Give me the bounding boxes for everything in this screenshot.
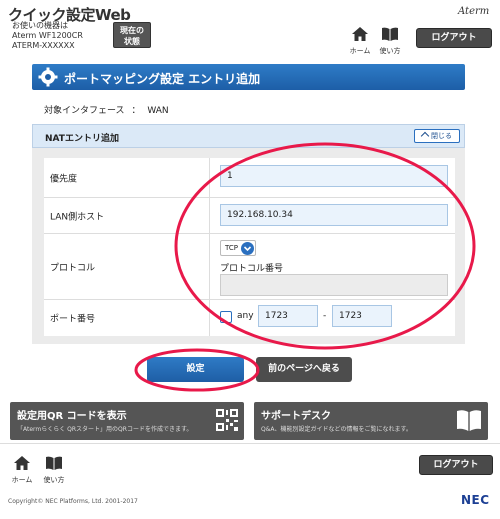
copyright-text: Copyright© NEC Platforms, Ltd. 2001-2017: [8, 498, 138, 505]
support-banner-desc: Q&A、機能別設定ガイドなどの情報をご覧になれます。: [261, 426, 412, 433]
target-interface: 対象インタフェース ： WAN: [44, 103, 169, 116]
gear-icon: [38, 67, 58, 87]
protocol-label: プロトコル: [50, 263, 96, 273]
port-label: ポート番号: [50, 314, 96, 325]
chevron-up-icon: [420, 131, 430, 141]
qr-code-icon: [215, 408, 239, 432]
interface-separator: ：: [131, 106, 141, 116]
nec-logo: NEC: [461, 493, 490, 507]
footer-guide-link[interactable]: 使い方: [40, 455, 68, 485]
qr-banner-desc: 「Atermらくらく QRスタート」用のQRコードを作成できます。: [17, 426, 193, 433]
row-port: ポート番号 any 1723 - 1723: [44, 300, 455, 336]
header: クイック設定Web お使いの機器は Aterm WF1200CR ATERM-X…: [0, 0, 500, 56]
nat-section-title: NATエントリ追加: [45, 134, 119, 144]
header-guide-link[interactable]: 使い方: [376, 26, 404, 56]
device-serial: ATERM-XXXXXX: [12, 41, 75, 50]
page-title: ポートマッピング設定 エントリ追加: [64, 72, 261, 86]
footer-nav: ホーム 使い方 ログアウト: [0, 443, 500, 487]
nat-section-header: NATエントリ追加 閉じる: [32, 124, 465, 148]
header-guide-label: 使い方: [379, 47, 401, 55]
header-home-label: ホーム: [349, 47, 371, 55]
qr-banner-title: 設定用QR コードを表示: [17, 411, 127, 422]
protocol-selected: TCP: [225, 244, 238, 252]
current-status-button[interactable]: 現在の 状態: [113, 22, 151, 48]
page-title-bar: ポートマッピング設定 エントリ追加: [32, 64, 465, 90]
back-button[interactable]: 前のページへ戻る: [256, 357, 352, 382]
any-port-checkbox[interactable]: [220, 311, 232, 323]
row-lan-host: LAN側ホスト 192.168.10.34: [44, 198, 455, 234]
header-home-link[interactable]: ホーム: [346, 26, 374, 56]
collapse-label: 閉じる: [431, 132, 452, 140]
footer-logout-button[interactable]: ログアウト: [419, 455, 493, 475]
book-icon: [457, 410, 481, 431]
row-protocol: プロトコル TCP プロトコル番号: [44, 234, 455, 300]
priority-input[interactable]: 1: [220, 165, 448, 187]
collapse-button[interactable]: 閉じる: [414, 129, 460, 143]
book-icon: [46, 456, 62, 470]
home-icon: [352, 27, 368, 41]
protocol-number-input[interactable]: [220, 274, 448, 296]
protocol-number-label: プロトコル番号: [220, 264, 284, 274]
status-button-line2: 状態: [124, 37, 140, 46]
qr-code-banner[interactable]: 設定用QR コードを表示 「Atermらくらく QRスタート」用のQRコードを作…: [10, 402, 244, 440]
nat-entry-form: 優先度 1 LAN側ホスト 192.168.10.34 プロトコル TCP プロ…: [32, 148, 465, 344]
port-to-input[interactable]: 1723: [332, 305, 392, 327]
priority-label: 優先度: [50, 174, 78, 184]
support-desk-banner[interactable]: サポートデスク Q&A、機能別設定ガイドなどの情報をご覧になれます。: [254, 402, 488, 440]
lan-host-label: LAN側ホスト: [50, 212, 105, 222]
footer-guide-label: 使い方: [43, 476, 65, 484]
any-port-label: any: [237, 311, 254, 321]
lan-host-input[interactable]: 192.168.10.34: [220, 204, 448, 226]
protocol-select[interactable]: TCP: [220, 240, 256, 256]
port-from-input[interactable]: 1723: [258, 305, 318, 327]
footer-home-label: ホーム: [11, 476, 33, 484]
footer-home-link[interactable]: ホーム: [8, 455, 36, 485]
support-banner-title: サポートデスク: [261, 411, 331, 422]
port-range-separator: -: [323, 311, 327, 321]
interface-value: WAN: [147, 106, 169, 116]
interface-label: 対象インタフェース: [44, 106, 125, 116]
header-logout-button[interactable]: ログアウト: [416, 28, 492, 48]
book-icon: [382, 27, 398, 41]
aterm-logo: Aterm: [458, 6, 490, 17]
set-button[interactable]: 設定: [147, 357, 244, 382]
status-button-line1: 現在の: [120, 26, 144, 35]
device-model: Aterm WF1200CR: [12, 31, 83, 40]
chevron-down-icon: [241, 242, 254, 255]
home-icon: [14, 456, 30, 470]
device-prefix: お使いの機器は: [12, 21, 68, 30]
row-priority: 優先度 1: [44, 158, 455, 198]
